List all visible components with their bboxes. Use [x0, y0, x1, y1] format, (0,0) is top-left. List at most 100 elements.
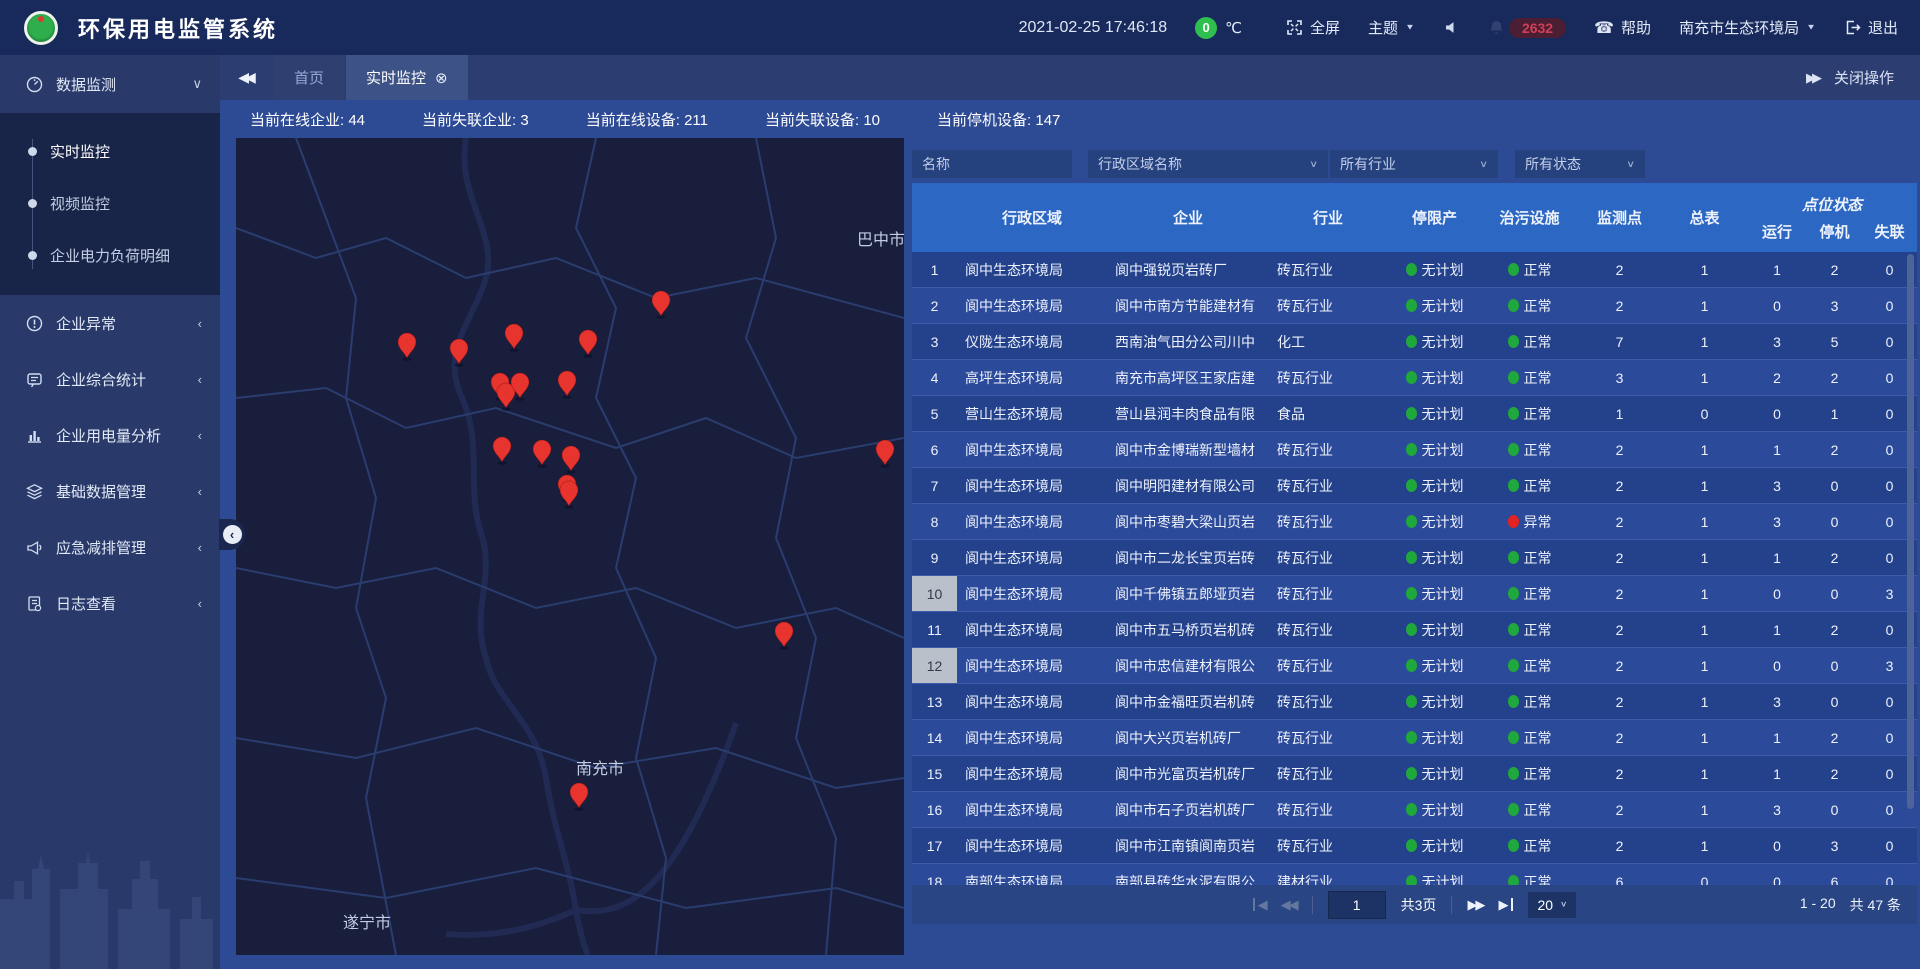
map-location-pin[interactable]	[876, 440, 894, 468]
table-row[interactable]: 3仪陇生态环境局西南油气田分公司川中化工无计划正常71350	[912, 324, 1917, 360]
prev-page-button[interactable]: ◀◀	[1281, 898, 1297, 911]
sidebar-item-企业综合统计[interactable]: 企业综合统计‹	[0, 351, 220, 407]
sidebar-item-应急减排管理[interactable]: 应急减排管理‹	[0, 519, 220, 575]
region-filter-select[interactable]: 行政区域名称 ∨	[1088, 150, 1328, 178]
sidebar-item-数据监测[interactable]: 数据监测∨	[0, 55, 220, 113]
map-location-pin[interactable]	[775, 622, 793, 650]
table-row[interactable]: 12阆中生态环境局阆中市忠信建材有限公砖瓦行业无计划正常21003	[912, 648, 1917, 684]
table-row[interactable]: 2阆中生态环境局阆中市南方节能建材有砖瓦行业无计划正常21030	[912, 288, 1917, 324]
table-row[interactable]: 1阆中生态环境局阆中强锐页岩砖厂砖瓦行业无计划正常21120	[912, 252, 1917, 288]
sidebar-item-label: 企业综合统计	[56, 369, 146, 390]
chevron-down-icon: ∨	[192, 76, 202, 92]
status-text: 正常	[1524, 800, 1552, 820]
sidebar-item-日志查看[interactable]: 日志查看‹	[0, 575, 220, 631]
table-row[interactable]: 10阆中生态环境局阆中千佛镇五郎垭页岩砖瓦行业无计划正常21003	[912, 576, 1917, 612]
row-stop-status: 无计划	[1387, 720, 1482, 755]
map-location-pin[interactable]	[558, 371, 576, 399]
last-page-button[interactable]: ▶	[1498, 898, 1513, 911]
sidebar-item-视频监控[interactable]: 视频监控	[0, 177, 220, 229]
row-company: 阆中市金福旺页岩机砖	[1107, 684, 1269, 719]
row-facility-status: 正常	[1482, 324, 1577, 359]
table-row[interactable]: 9阆中生态环境局阆中市二龙长宝页岩砖砖瓦行业无计划正常21120	[912, 540, 1917, 576]
name-filter-input[interactable]	[912, 150, 1072, 178]
map-location-pin[interactable]	[505, 324, 523, 352]
table-row[interactable]: 16阆中生态环境局阆中市石子页岩机砖厂砖瓦行业无计划正常21300	[912, 792, 1917, 828]
map-location-pin[interactable]	[570, 783, 588, 811]
map-location-pin[interactable]	[493, 437, 511, 465]
logout-button[interactable]: 退出	[1844, 17, 1898, 38]
row-meter-count: 1	[1662, 576, 1747, 611]
fullscreen-button[interactable]: 全屏	[1286, 17, 1340, 38]
map-location-pin[interactable]	[562, 446, 580, 474]
sidebar-item-基础数据管理[interactable]: 基础数据管理‹	[0, 463, 220, 519]
sidebar-item-企业用电量分析[interactable]: 企业用电量分析‹	[0, 407, 220, 463]
status-filter-select[interactable]: 所有状态 ∨	[1515, 150, 1645, 178]
map-location-pin[interactable]	[533, 440, 551, 468]
range-label: 1 - 20	[1800, 895, 1836, 915]
sidebar-item-label: 企业异常	[56, 313, 116, 334]
table-row[interactable]: 18南部生态环境局南部县砖华水泥有限公建材行业无计划正常60060	[912, 864, 1917, 885]
close-operations-button[interactable]: ▶▶ 关闭操作	[1806, 55, 1920, 100]
sidebar-item-实时监控[interactable]: 实时监控	[0, 125, 220, 177]
mute-speaker-button[interactable]	[1443, 19, 1460, 36]
stat-item: 当前失联设备: 10	[765, 109, 880, 130]
page-number-input[interactable]	[1328, 891, 1386, 919]
row-stop-status: 无计划	[1387, 648, 1482, 683]
industry-filter-select[interactable]: 所有行业 ∨	[1330, 150, 1498, 178]
table-row[interactable]: 6阆中生态环境局阆中市金博瑞新型墙材砖瓦行业无计划正常21120	[912, 432, 1917, 468]
map-panel[interactable]: 巴中市南充市遂宁市	[236, 138, 904, 955]
row-monitor-count: 2	[1577, 612, 1662, 647]
table-row[interactable]: 5营山生态环境局营山县润丰肉食品有限食品无计划正常10010	[912, 396, 1917, 432]
status-text: 正常	[1524, 296, 1552, 316]
table-row[interactable]: 13阆中生态环境局阆中市金福旺页岩机砖砖瓦行业无计划正常21300	[912, 684, 1917, 720]
table-row[interactable]: 4高坪生态环境局南充市高坪区王家店建砖瓦行业无计划正常31220	[912, 360, 1917, 396]
row-meter-count: 1	[1662, 828, 1747, 863]
sidebar-menu: 数据监测∨ 实时监控视频监控企业电力负荷明细企业异常‹企业综合统计‹企业用电量分析…	[0, 55, 220, 631]
tabs-scroll-left-button[interactable]: ◀◀	[220, 55, 274, 100]
table-row[interactable]: 11阆中生态环境局阆中市五马桥页岩机砖砖瓦行业无计划正常21120	[912, 612, 1917, 648]
tab-实时监控[interactable]: 实时监控⊗	[346, 55, 468, 100]
row-run-count: 3	[1747, 468, 1807, 503]
stats-bar: 当前在线企业: 44当前失联企业: 3当前在线设备: 211当前失联设备: 10…	[220, 100, 1920, 138]
row-industry: 砖瓦行业	[1269, 792, 1387, 827]
row-number: 1	[912, 252, 957, 287]
row-facility-status: 正常	[1482, 432, 1577, 467]
table-row[interactable]: 7阆中生态环境局阆中明阳建材有限公司砖瓦行业无计划正常21300	[912, 468, 1917, 504]
map-location-pin[interactable]	[560, 481, 578, 509]
status-text: 正常	[1524, 548, 1552, 568]
status-dot-green	[1508, 659, 1519, 672]
row-run-count: 1	[1747, 612, 1807, 647]
map-location-pin[interactable]	[398, 333, 416, 361]
map-location-pin[interactable]	[579, 330, 597, 358]
sidebar-item-企业异常[interactable]: 企业异常‹	[0, 295, 220, 351]
row-run-count: 0	[1747, 864, 1807, 885]
row-stop-status: 无计划	[1387, 504, 1482, 539]
theme-dropdown[interactable]: 主题 ▼	[1368, 17, 1415, 38]
stat-value: 3	[520, 112, 528, 129]
org-dropdown[interactable]: 南充市生态环境局 ▼	[1679, 17, 1816, 38]
table-row[interactable]: 15阆中生态环境局阆中市光富页岩机砖厂砖瓦行业无计划正常21120	[912, 756, 1917, 792]
help-button[interactable]: ☎ 帮助	[1594, 17, 1651, 38]
row-industry: 砖瓦行业	[1269, 684, 1387, 719]
next-page-button[interactable]: ▶▶	[1467, 898, 1483, 911]
table-row[interactable]: 8阆中生态环境局阆中市枣碧大梁山页岩砖瓦行业无计划异常21300	[912, 504, 1917, 540]
map-location-pin[interactable]	[652, 291, 670, 319]
divider	[1451, 896, 1452, 914]
close-icon[interactable]: ⊗	[435, 69, 448, 87]
row-run-count: 3	[1747, 504, 1807, 539]
status-dot-green	[1406, 263, 1417, 276]
page-size-select[interactable]: 20 ∨	[1528, 892, 1576, 918]
row-industry: 砖瓦行业	[1269, 756, 1387, 791]
notification-area[interactable]: 2632	[1488, 18, 1566, 38]
status-dot-green	[1508, 839, 1519, 852]
datetime-label: 2021-02-25 17:46:18	[1019, 19, 1168, 37]
row-number: 5	[912, 396, 957, 431]
sidebar-subitem-label: 视频监控	[50, 193, 110, 214]
sidebar-item-企业电力负荷明细[interactable]: 企业电力负荷明细	[0, 229, 220, 281]
table-row[interactable]: 17阆中生态环境局阆中市江南镇阆南页岩砖瓦行业无计划正常21030	[912, 828, 1917, 864]
first-page-button[interactable]: ◀	[1253, 898, 1266, 911]
tab-首页[interactable]: 首页	[274, 55, 344, 100]
table-row[interactable]: 14阆中生态环境局阆中大兴页岩机砖厂砖瓦行业无计划正常21120	[912, 720, 1917, 756]
scrollbar-thumb[interactable]	[1907, 254, 1914, 809]
row-monitor-count: 2	[1577, 684, 1662, 719]
